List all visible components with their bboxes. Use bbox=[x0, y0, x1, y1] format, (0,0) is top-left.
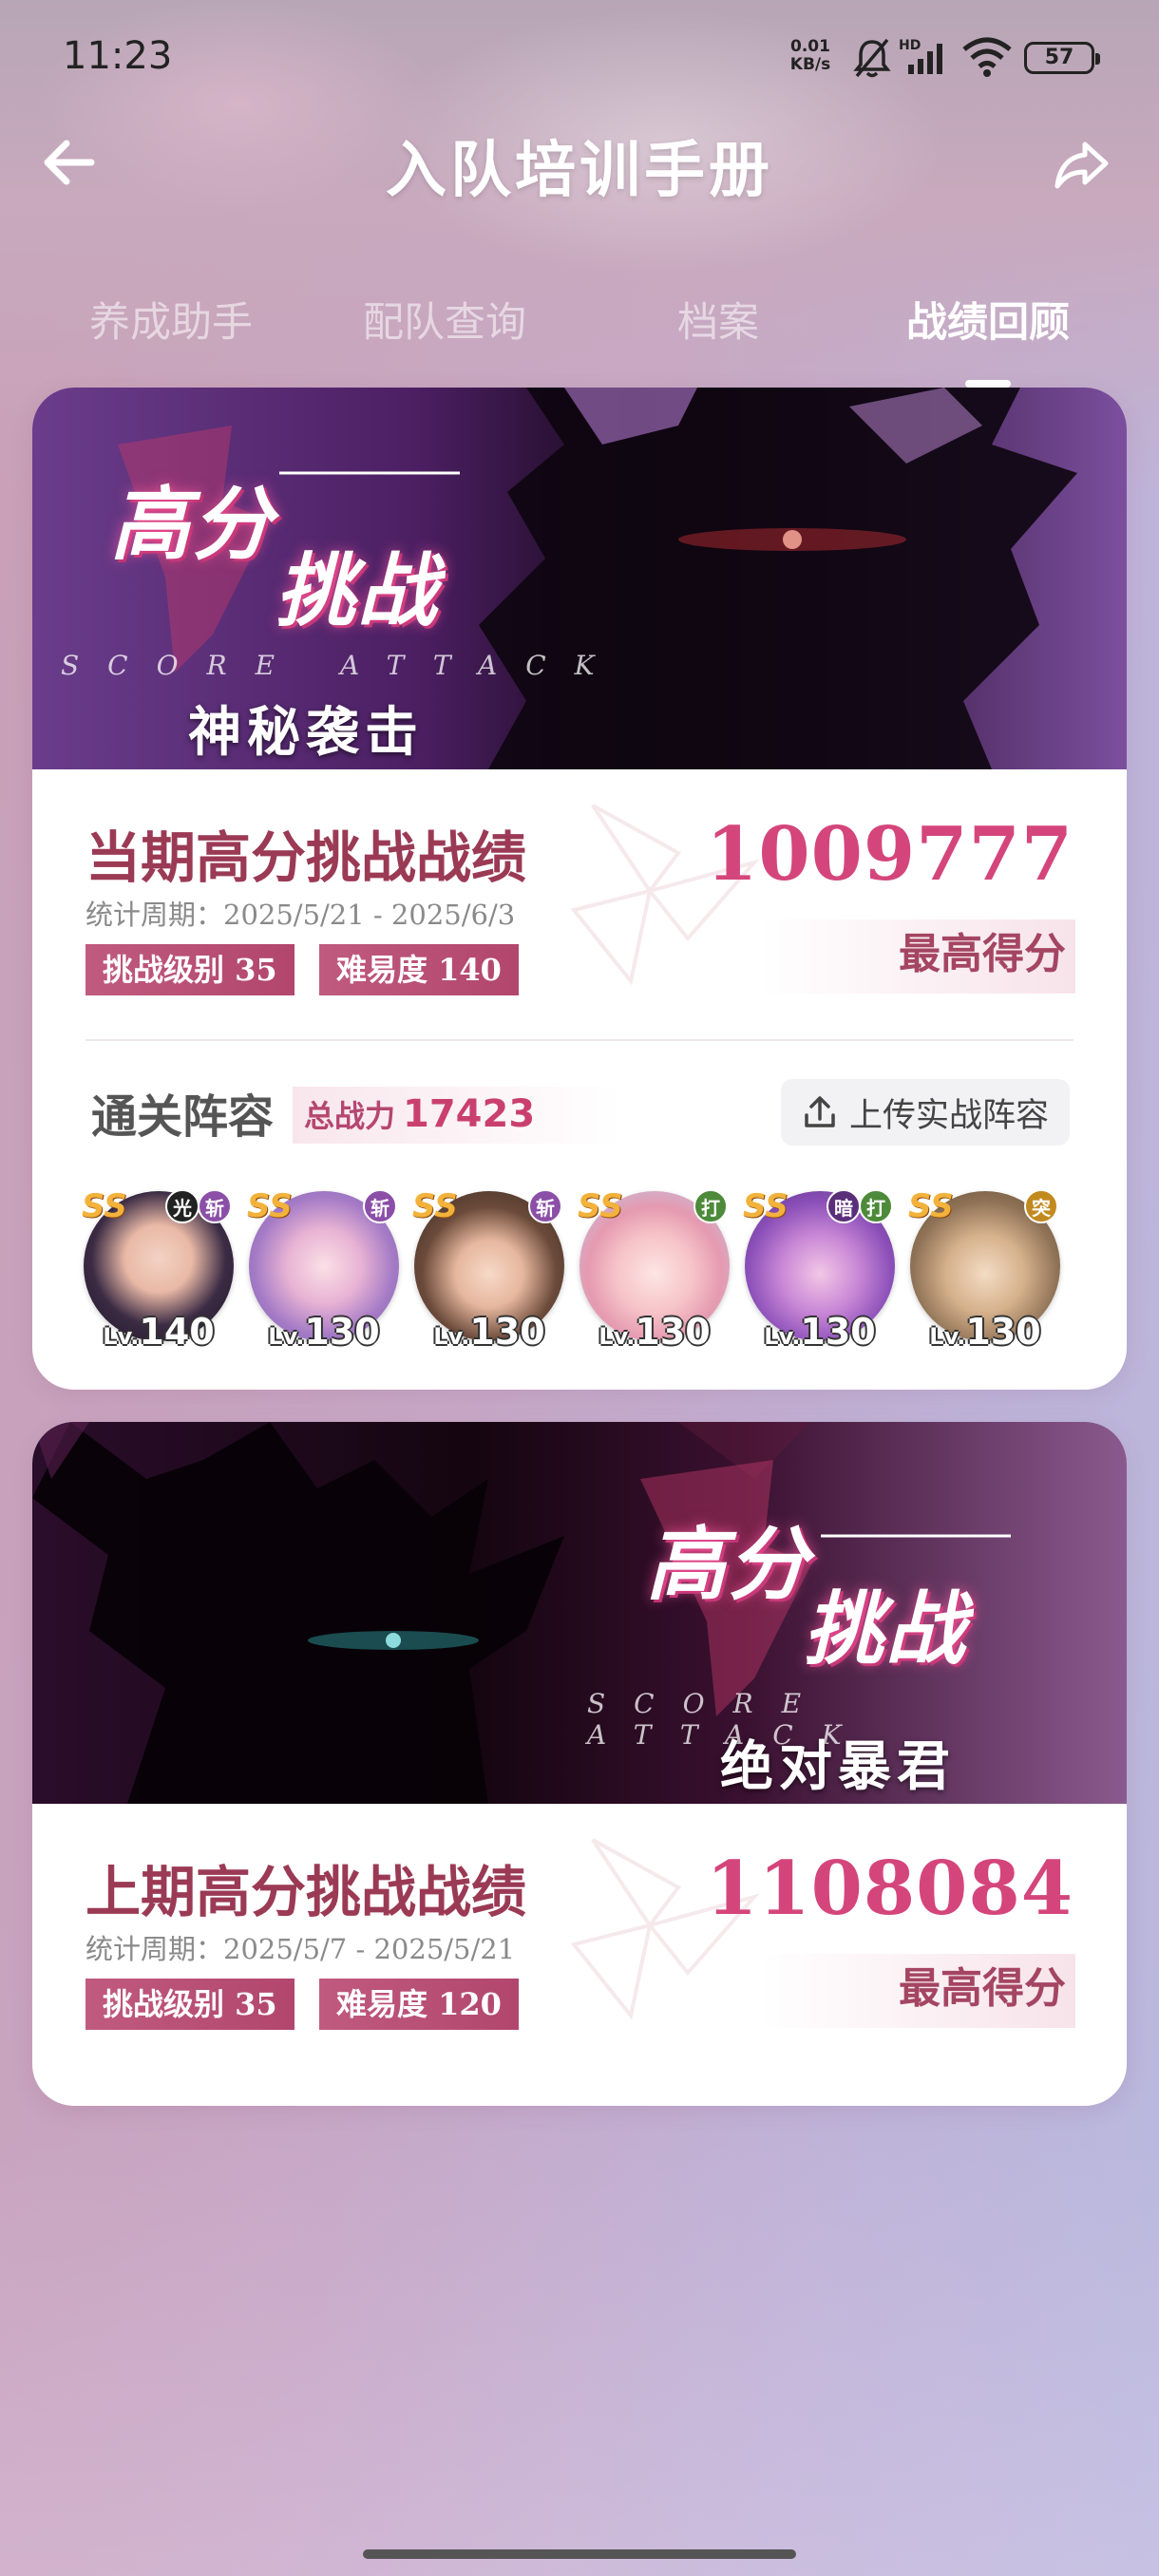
rank-badge: SS bbox=[412, 1187, 458, 1225]
page-title: 入队培训手册 bbox=[386, 136, 773, 206]
total-power: 总战力 17423 bbox=[293, 1087, 621, 1144]
banner-title-line1: 高分 bbox=[110, 478, 275, 571]
previous-score-attack-card: 高分 挑战 SCORE ATTACK 绝对暴君 上期高分挑战战绩 统计周期：20… bbox=[32, 1422, 1127, 2106]
banner-boss-name: 绝对暴君 bbox=[720, 1736, 956, 1798]
attribute-badge: 斩 bbox=[198, 1189, 232, 1223]
team-member[interactable]: SS 斩 Lv.130 bbox=[247, 1184, 401, 1364]
status-bar: 11:23 0.01 KB/s HD 57 bbox=[0, 0, 1159, 114]
current-banner[interactable]: 高分 挑战 SCORE ATTACK 神秘袭击 bbox=[32, 388, 1127, 769]
rank-badge: SS bbox=[908, 1187, 954, 1225]
banner-title-line2: 挑战 bbox=[804, 1582, 968, 1676]
banner-boss-name: 神秘袭击 bbox=[188, 702, 424, 764]
team-member[interactable]: SS 暗 打 Lv.130 bbox=[743, 1184, 897, 1364]
signal-icon: HD bbox=[899, 38, 942, 74]
current-record-heading: 当期高分挑战战绩 bbox=[86, 825, 527, 890]
team-member[interactable]: SS 斩 Lv.130 bbox=[412, 1184, 566, 1364]
upload-icon bbox=[805, 1096, 835, 1127]
character-level: Lv.130 bbox=[433, 1311, 545, 1353]
challenge-level-chip: 挑战级别 35 bbox=[86, 1979, 294, 2030]
section-divider bbox=[86, 1039, 1074, 1041]
rank-badge: SS bbox=[82, 1187, 127, 1225]
current-stat-period: 统计周期：2025/5/21 - 2025/6/3 bbox=[86, 899, 516, 931]
tab-battle-review[interactable]: 战绩回顾 bbox=[855, 290, 1121, 349]
attribute-badge: 斩 bbox=[363, 1189, 397, 1223]
attribute-badge: 突 bbox=[1024, 1189, 1058, 1223]
status-time: 11:23 bbox=[63, 34, 173, 78]
team-member[interactable]: SS 光 斩 Lv.140 bbox=[82, 1184, 236, 1364]
banner-title-line1: 高分 bbox=[646, 1518, 810, 1611]
best-score-label: 最高得分 bbox=[899, 1964, 1066, 2013]
challenge-level-chip: 挑战级别 35 bbox=[86, 944, 294, 995]
banner-english-title: SCORE ATTACK bbox=[61, 650, 623, 681]
tab-bar: 养成助手 配队查询 档案 战绩回顾 bbox=[38, 290, 1121, 394]
battery-indicator: 57 bbox=[1024, 42, 1100, 74]
total-power-value: 17423 bbox=[403, 1092, 536, 1136]
character-level: Lv.130 bbox=[929, 1311, 1041, 1353]
rank-badge: SS bbox=[247, 1187, 293, 1225]
character-level: Lv.140 bbox=[103, 1311, 215, 1353]
previous-banner[interactable]: 高分 挑战 SCORE ATTACK 绝对暴君 bbox=[32, 1422, 1127, 1804]
character-level: Lv.130 bbox=[598, 1311, 711, 1353]
team-member[interactable]: SS 打 Lv.130 bbox=[578, 1184, 732, 1364]
attribute-badge: 斩 bbox=[528, 1189, 562, 1223]
best-score-label: 最高得分 bbox=[899, 930, 1066, 978]
team-member-list: SS 光 斩 Lv.140 SS 斩 Lv.130 SS 斩 Lv.130 SS… bbox=[82, 1184, 1089, 1364]
attribute-badge: 光 bbox=[165, 1189, 200, 1223]
current-best-score: 1009777 bbox=[706, 811, 1074, 898]
previous-stat-period: 统计周期：2025/5/7 - 2025/5/21 bbox=[86, 1933, 516, 1965]
clear-team-title: 通关阵容 bbox=[91, 1090, 275, 1144]
background-bottom bbox=[0, 2137, 1159, 2576]
network-speed: 0.01 KB/s bbox=[789, 37, 831, 74]
mute-bell-icon bbox=[853, 38, 891, 78]
wifi-icon bbox=[962, 37, 1012, 77]
difficulty-chip: 难易度 140 bbox=[319, 944, 519, 995]
character-level: Lv.130 bbox=[268, 1311, 380, 1353]
attribute-badge: 暗 bbox=[826, 1189, 861, 1223]
svg-text:HD: HD bbox=[899, 38, 921, 53]
previous-record-heading: 上期高分挑战战绩 bbox=[86, 1860, 527, 1924]
share-icon[interactable] bbox=[1049, 131, 1115, 198]
current-score-attack-card: 高分 挑战 SCORE ATTACK 神秘袭击 当期高分挑战战绩 统计周期：20… bbox=[32, 388, 1127, 1390]
character-level: Lv.130 bbox=[764, 1311, 876, 1353]
tab-training-assistant[interactable]: 养成助手 bbox=[38, 290, 304, 349]
attribute-badge: 打 bbox=[694, 1189, 728, 1223]
previous-best-score: 1108084 bbox=[706, 1846, 1074, 1932]
upload-team-button[interactable]: 上传实战阵容 bbox=[780, 1079, 1070, 1146]
team-member[interactable]: SS 突 Lv.130 bbox=[908, 1184, 1062, 1364]
attribute-badge: 打 bbox=[859, 1189, 893, 1223]
banner-title-line2: 挑战 bbox=[276, 544, 440, 637]
home-indicator[interactable] bbox=[363, 2549, 796, 2559]
difficulty-chip: 难易度 120 bbox=[319, 1979, 519, 2030]
rank-badge: SS bbox=[743, 1187, 788, 1225]
tab-archive[interactable]: 档案 bbox=[585, 290, 851, 349]
rank-badge: SS bbox=[578, 1187, 623, 1225]
active-tab-indicator bbox=[965, 380, 1011, 388]
tab-team-lookup[interactable]: 配队查询 bbox=[312, 290, 578, 349]
